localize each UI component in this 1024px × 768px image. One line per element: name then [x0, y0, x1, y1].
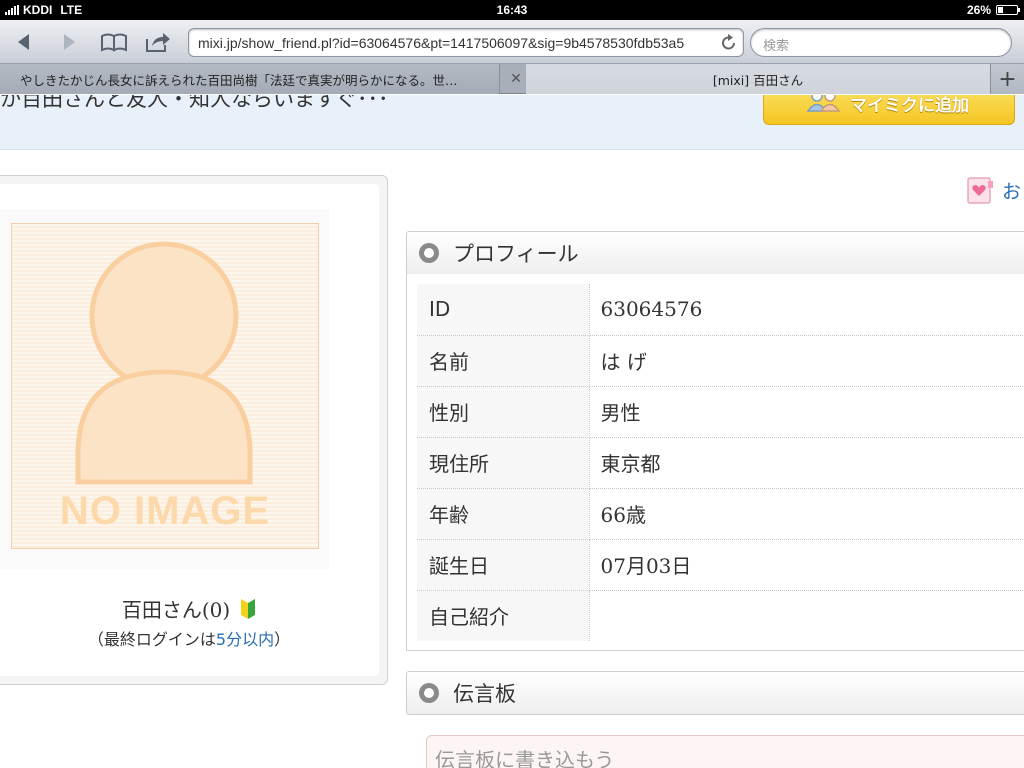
no-image-placeholder: NO IMAGE — [11, 223, 319, 549]
back-button[interactable] — [10, 30, 38, 54]
tab-news[interactable]: やしきたかじん長女に訴えられた百田尚樹「法廷で真実が明らかになる。世… — [0, 64, 500, 94]
status-bar: KDDI LTE 16:43 26% — [0, 0, 1024, 20]
battery-icon — [996, 5, 1020, 15]
share-icon — [146, 33, 170, 52]
bookmarks-icon — [101, 33, 127, 52]
search-field[interactable]: 検索 — [750, 28, 1012, 57]
user-name: 百田さん(0) — [0, 594, 389, 625]
battery-percent: 26% — [966, 3, 991, 17]
profile-key: 現住所 — [417, 437, 590, 489]
profile-key: ID — [417, 284, 590, 336]
web-page: か百田さんと友人・知人ならいますぐ･･･ マイミクに追加 NO IMAGE 百田… — [0, 95, 1024, 768]
user-name-text: 百田さん(0) — [121, 598, 231, 622]
beginner-mark-icon — [240, 598, 256, 625]
message-board-placeholder: 伝言板に書き込もう — [435, 748, 615, 768]
profile-table: ID 63064576 名前は げ 性別 男性 現住所 東京都 年齢 66歳 誕生日 07… — [417, 284, 1024, 641]
message-board-title: 伝言板 — [453, 682, 516, 706]
forward-button[interactable] — [55, 30, 83, 54]
browser-toolbar: mixi.jp/show_friend.pl?id=63064576&pt=14… — [0, 20, 1024, 64]
favorite-heart-icon — [967, 177, 993, 204]
status-right: 26% — [966, 3, 1020, 17]
profile-card: NO IMAGE 百田さん(0) （最終ログインは5分以内） — [0, 175, 388, 685]
message-board-input[interactable]: 伝言板に書き込もう — [426, 735, 1024, 768]
reload-icon[interactable] — [721, 34, 737, 52]
profile-value: 男性 — [589, 386, 1024, 438]
friend-banner: か百田さんと友人・知人ならいますぐ･･･ マイミクに追加 — [0, 95, 1024, 150]
url-text: mixi.jp/show_friend.pl?id=63064576&pt=14… — [198, 35, 685, 51]
profile-section-title: プロフィール — [453, 242, 579, 266]
add-mymixi-label: マイミクに追加 — [850, 95, 969, 116]
profile-key: 自己紹介 — [417, 590, 590, 641]
profile-value: は げ — [589, 335, 1024, 387]
profile-card-inner: NO IMAGE 百田さん(0) （最終ログインは5分以内） — [0, 184, 379, 676]
section-bullet-icon — [419, 243, 439, 263]
share-button[interactable] — [144, 30, 172, 54]
forward-icon — [64, 34, 75, 50]
profile-value: 66歳 — [589, 488, 1024, 540]
no-image-label: NO IMAGE — [59, 489, 271, 533]
profile-key: 誕生日 — [417, 539, 590, 591]
close-icon: ✕ — [510, 71, 522, 87]
message-board-header: 伝言板 — [406, 671, 1024, 715]
profile-value: 07月03日 — [589, 539, 1024, 591]
profile-value: 63064576 — [589, 284, 1024, 336]
profile-value: 東京都 — [589, 437, 1024, 489]
table-row: 現住所 東京都 — [417, 437, 1024, 489]
favorite-link-label: お — [1002, 180, 1022, 203]
favorite-link[interactable]: お — [966, 175, 1021, 205]
table-row: 性別 男性 — [417, 386, 1024, 438]
tab-bar: やしきたかじん長女に訴えられた百田尚樹「法廷で真実が明らかになる。世… ✕ [m… — [0, 64, 1024, 94]
url-field[interactable]: mixi.jp/show_friend.pl?id=63064576&pt=14… — [188, 28, 744, 57]
tab-title: やしきたかじん長女に訴えられた百田尚樹「法廷で真実が明らかになる。世… — [20, 72, 458, 88]
last-login-suffix: ） — [274, 630, 291, 649]
last-login-prefix: （最終ログインは — [87, 630, 216, 649]
back-icon — [18, 34, 29, 50]
table-row: 年齢 66歳 — [417, 488, 1024, 540]
last-login: （最終ログインは5分以内） — [0, 626, 389, 650]
new-tab-button[interactable]: + — [990, 64, 1024, 94]
table-row: 誕生日 07月03日 — [417, 539, 1024, 591]
profile-value — [589, 590, 1024, 641]
tab-title: [mixi] 百田さん — [712, 72, 804, 88]
bookmarks-button[interactable] — [100, 30, 128, 54]
add-mymixi-button[interactable]: マイミクに追加 — [763, 95, 1015, 125]
tab-mixi[interactable]: [mixi] 百田さん — [526, 64, 990, 94]
table-row: 名前は げ — [417, 335, 1024, 387]
clock: 16:43 — [496, 3, 528, 17]
tab-close-button[interactable]: ✕ — [506, 64, 526, 94]
battery-fill — [998, 7, 1003, 13]
banner-text: か百田さんと友人・知人ならいますぐ･･･ — [0, 95, 389, 111]
section-bullet-icon — [419, 683, 439, 703]
people-icon — [806, 95, 840, 112]
table-row: ID 63064576 — [417, 284, 1024, 336]
search-placeholder: 検索 — [763, 38, 790, 53]
plus-icon: + — [998, 66, 1017, 92]
profile-section-header: プロフィール — [406, 231, 1024, 275]
profile-key: 性別 — [417, 386, 590, 438]
profile-photo[interactable]: NO IMAGE — [0, 209, 329, 569]
profile-section-body: ID 63064576 名前は げ 性別 男性 現住所 東京都 年齢 66歳 誕生日 07… — [406, 274, 1024, 651]
profile-key: 名前 — [417, 335, 590, 387]
last-login-value: 5分以内 — [215, 630, 275, 649]
profile-key: 年齢 — [417, 488, 590, 540]
table-row: 自己紹介 — [417, 590, 1024, 641]
